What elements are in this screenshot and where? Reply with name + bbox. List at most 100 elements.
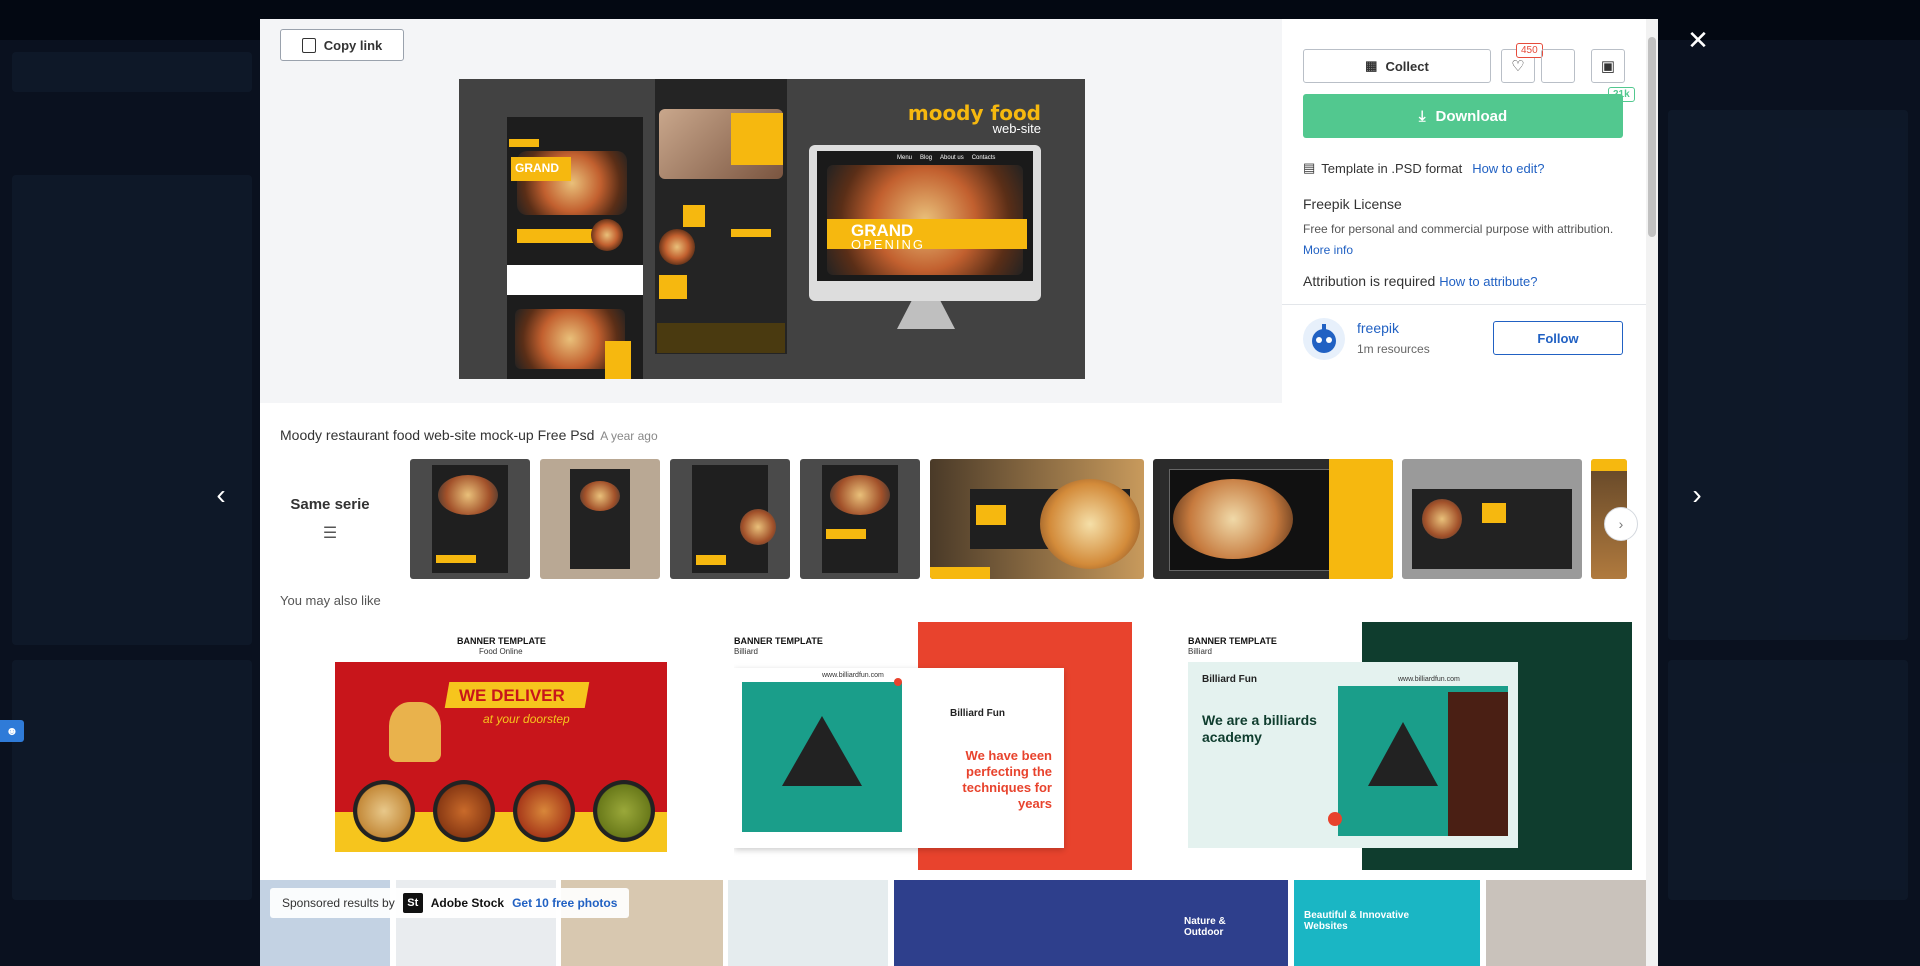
close-icon: ✕ bbox=[1687, 24, 1709, 55]
card-brand: Billiard Fun bbox=[1202, 674, 1257, 685]
resource-title-text: Moody restaurant food web-site mock-up F… bbox=[280, 427, 595, 443]
author-resources: 1m resources bbox=[1357, 342, 1430, 356]
mock-screen: GRAND OPENING Menu Blog About us Contact… bbox=[817, 151, 1033, 281]
sponsored-thumbnail[interactable] bbox=[1486, 880, 1646, 966]
mock-opening: OPENING bbox=[851, 237, 925, 252]
attribution-text: Attribution is required bbox=[1303, 273, 1436, 289]
divider bbox=[1282, 304, 1658, 305]
mock-shape bbox=[683, 205, 705, 227]
thumb-food bbox=[580, 481, 620, 511]
serie-thumbnail[interactable] bbox=[1153, 459, 1393, 579]
card-url: www.billiardfun.com bbox=[822, 672, 884, 679]
free-photos-link[interactable]: Get 10 free photos bbox=[512, 896, 617, 910]
related-card[interactable]: BANNER TEMPLATE Food Online WE DELIVER a… bbox=[280, 622, 724, 870]
mock-grand-small: GRAND bbox=[515, 161, 559, 175]
like-count-badge: 450 bbox=[1516, 43, 1543, 58]
serie-thumbnail[interactable] bbox=[930, 459, 1144, 579]
sponsored-brand: Adobe Stock bbox=[430, 896, 505, 910]
chevron-right-icon: › bbox=[1618, 516, 1624, 532]
sponsored-thumb-text: Nature & Outdoor bbox=[1184, 916, 1226, 938]
dish bbox=[593, 780, 655, 842]
how-to-edit-link[interactable]: How to edit? bbox=[1472, 161, 1544, 176]
thumb-food bbox=[1040, 479, 1140, 569]
mock-menu: Menu Blog About us Contacts bbox=[897, 155, 995, 161]
same-serie-text: Same serie bbox=[290, 495, 370, 513]
thumb-food bbox=[830, 475, 890, 515]
related-card[interactable]: BANNER TEMPLATE Billiard Billiard Fun ww… bbox=[1188, 622, 1632, 870]
sponsored-thumbnail[interactable] bbox=[728, 880, 888, 966]
mock-shape bbox=[659, 275, 687, 299]
same-serie-label: Same serie ☰ bbox=[280, 459, 380, 579]
how-to-attribute-link[interactable]: How to attribute? bbox=[1439, 274, 1537, 289]
mock-menu-item: Contacts bbox=[971, 155, 996, 161]
collect-button[interactable]: ▦ Collect bbox=[1303, 49, 1491, 83]
card-headline: We are a billiards academy bbox=[1202, 712, 1317, 745]
card-banner: WE DELIVER at your doorstep bbox=[335, 662, 667, 852]
layers-icon: ☰ bbox=[322, 524, 338, 542]
thumb-food bbox=[1422, 499, 1462, 539]
mock-shape bbox=[509, 139, 539, 147]
user-icon: ☻ bbox=[5, 724, 19, 738]
banner-tagline: at your doorstep bbox=[483, 712, 570, 726]
mock-page bbox=[657, 323, 785, 353]
dish bbox=[433, 780, 495, 842]
preview-area: Copy link GRAND moody food web-site GRAN… bbox=[260, 19, 1282, 403]
follow-button[interactable]: Follow bbox=[1493, 321, 1623, 355]
card-subheading: Billiard bbox=[734, 647, 759, 656]
bookmark-button[interactable] bbox=[1541, 49, 1575, 83]
sponsored-thumbnail[interactable]: Nature & Outdoor bbox=[894, 880, 1288, 966]
mock-menu-item: Menu bbox=[897, 155, 913, 161]
mock-menu-item: Blog bbox=[920, 155, 933, 161]
sponsored-thumbnail[interactable]: Beautiful & Innovative Websites bbox=[1294, 880, 1480, 966]
card-banner: www.billiardfun.com Billiard Fun We have… bbox=[734, 668, 1064, 848]
close-modal-button[interactable]: ✕ bbox=[1684, 24, 1712, 55]
card-heading: BANNER TEMPLATE bbox=[1188, 636, 1277, 646]
next-resource-button[interactable]: › bbox=[1682, 479, 1712, 510]
author-avatar[interactable] bbox=[1303, 318, 1345, 360]
format-row: ▤ Template in .PSD format How to edit? bbox=[1303, 160, 1544, 176]
resource-modal: Copy link GRAND moody food web-site GRAN… bbox=[260, 19, 1658, 966]
card-brand: Billiard Fun bbox=[950, 708, 1005, 719]
modal-scrollbar[interactable] bbox=[1646, 19, 1658, 966]
collection-icon: ▦ bbox=[1365, 58, 1378, 73]
feedback-tab[interactable]: ☻ bbox=[0, 720, 24, 742]
scrollbar-thumb[interactable] bbox=[1648, 37, 1656, 237]
related-card[interactable]: BANNER TEMPLATE Billiard www.billiardfun… bbox=[734, 622, 1178, 870]
sponsored-thumb-text: Beautiful & Innovative Websites bbox=[1304, 910, 1410, 932]
license-description: Free for personal and commercial purpose… bbox=[1303, 222, 1614, 236]
mock-shape bbox=[605, 341, 631, 379]
thumb-shape bbox=[1482, 503, 1506, 523]
copy-link-button[interactable]: Copy link bbox=[280, 29, 404, 61]
serie-thumbnail[interactable] bbox=[540, 459, 660, 579]
mock-shape bbox=[731, 229, 771, 237]
serie-thumbnail[interactable] bbox=[410, 459, 530, 579]
thumb-shape bbox=[436, 555, 476, 563]
banner-headline: WE DELIVER bbox=[459, 686, 565, 705]
license-title: Freepik License bbox=[1303, 196, 1402, 212]
card-heading: BANNER TEMPLATE bbox=[734, 636, 823, 646]
serie-next-button[interactable]: › bbox=[1604, 507, 1638, 541]
more-info-link[interactable]: More info bbox=[1303, 243, 1353, 257]
serie-thumbnail[interactable] bbox=[1402, 459, 1582, 579]
mock-monitor-stand bbox=[897, 301, 955, 329]
mock-food bbox=[659, 229, 695, 265]
thumb-food bbox=[438, 475, 498, 515]
chevron-right-icon: › bbox=[1692, 479, 1702, 510]
serie-thumbnail[interactable] bbox=[670, 459, 790, 579]
thumb-food bbox=[1173, 479, 1293, 559]
thumb-food bbox=[740, 509, 776, 545]
thumb-shape bbox=[696, 555, 726, 565]
also-like-heading: You may also like bbox=[280, 593, 381, 608]
author-name-link[interactable]: freepik bbox=[1357, 320, 1399, 336]
preview-image[interactable]: GRAND moody food web-site GRAND OPENING bbox=[459, 79, 1085, 379]
comment-button[interactable]: ▣ bbox=[1591, 49, 1625, 83]
info-panel: ▦ Collect ♡ 450 ▣ 21k ⤓ Download ▤ Templ… bbox=[1282, 19, 1658, 403]
file-icon: ▤ bbox=[1303, 160, 1316, 175]
download-button[interactable]: ⤓ Download bbox=[1303, 94, 1623, 138]
thumb-shape bbox=[826, 529, 866, 539]
serie-thumbnail[interactable] bbox=[800, 459, 920, 579]
previous-resource-button[interactable]: ‹ bbox=[206, 479, 236, 510]
copy-link-label: Copy link bbox=[323, 37, 383, 53]
card-subheading: Billiard bbox=[1188, 647, 1213, 656]
mock-shape bbox=[731, 113, 783, 165]
